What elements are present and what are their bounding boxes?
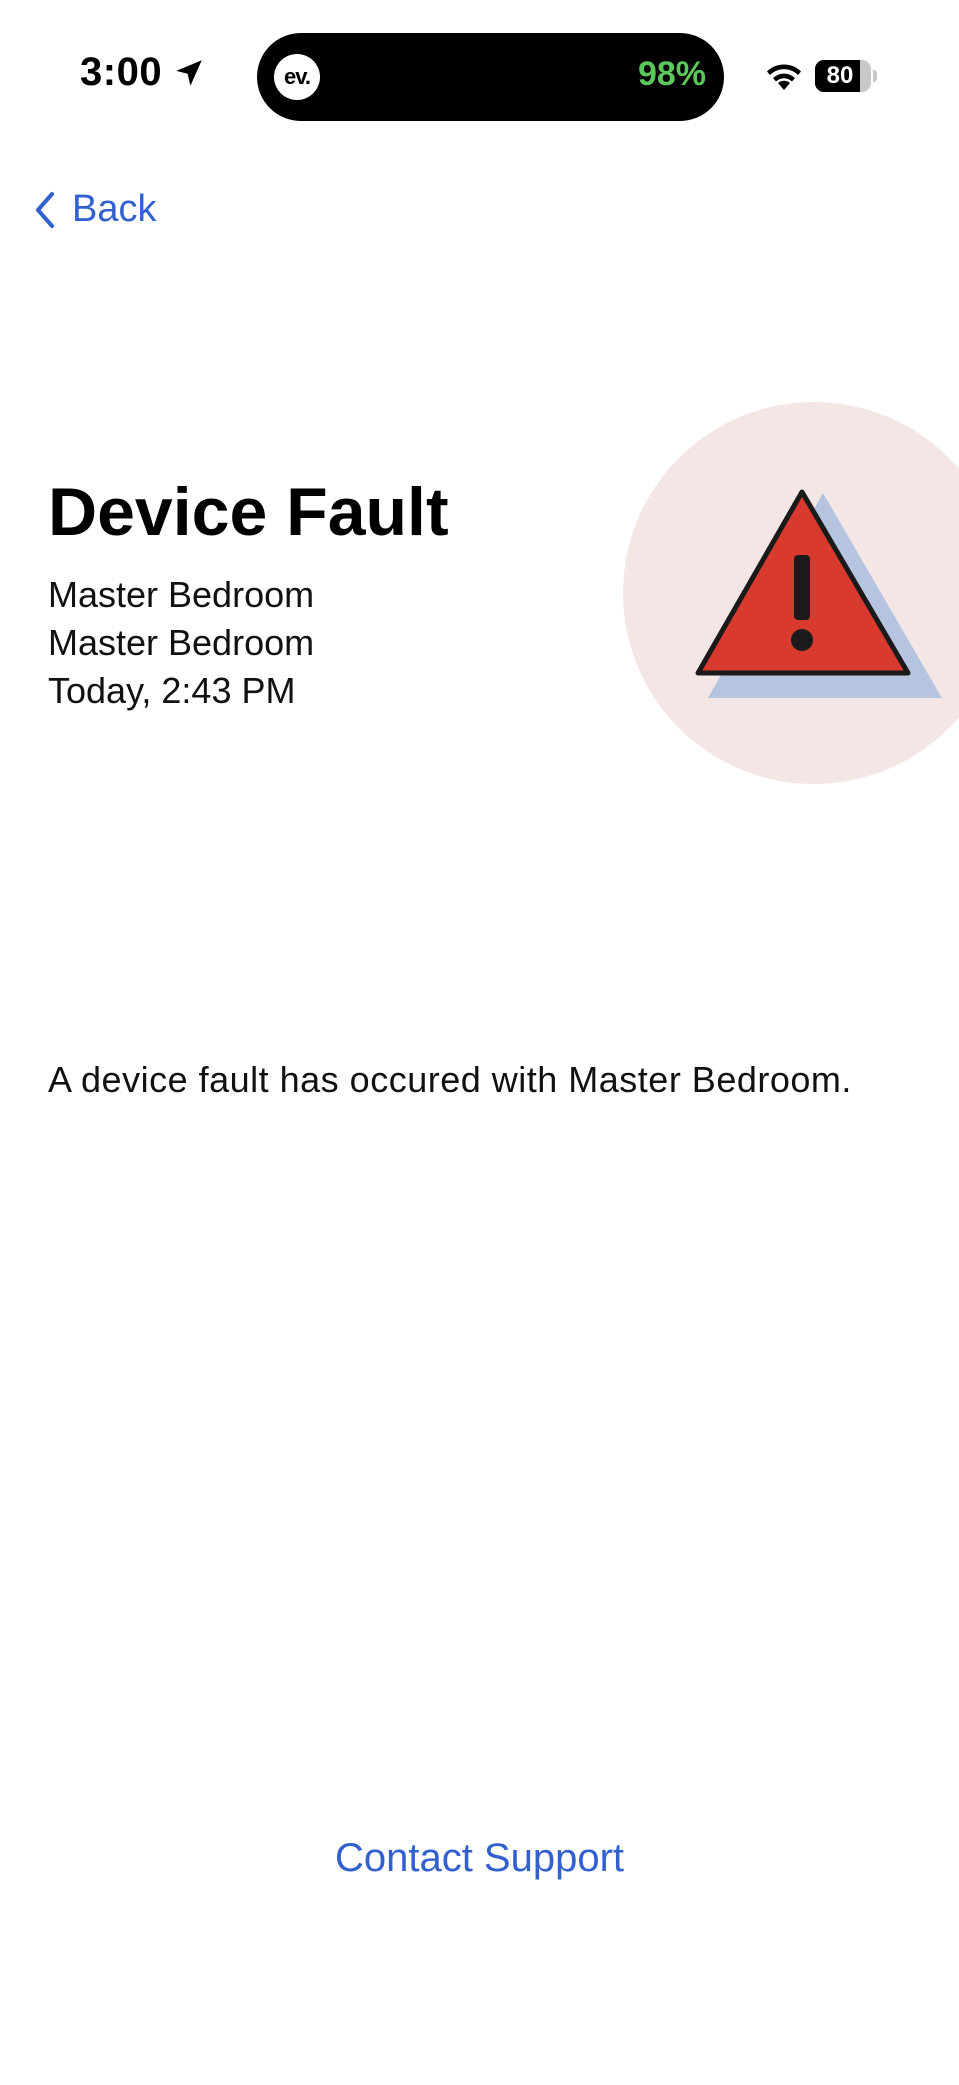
room-name: Master Bedroom <box>48 622 315 663</box>
status-time-text: 3:00 <box>80 50 163 94</box>
battery-icon: 80 <box>815 60 879 92</box>
warning-triangle-icon <box>695 489 942 698</box>
wifi-icon <box>767 64 801 90</box>
contact-support-button[interactable]: Contact Support <box>0 1838 959 1878</box>
page-title: Device Fault <box>48 474 449 550</box>
device-fault-screen: 3:00 ev. 98% 80 Back Device Fault Master… <box>0 0 959 2085</box>
battery-text: 80 <box>826 62 854 89</box>
device-name: Master Bedroom <box>48 574 315 615</box>
fault-message: A device fault has occured with Master B… <box>48 1059 852 1100</box>
island-percent: 98% <box>637 55 706 93</box>
back-label: Back <box>72 188 157 230</box>
status-bar-time: 3:00 <box>80 50 206 95</box>
location-arrow-icon <box>176 59 202 86</box>
ev-app-icon: ev. <box>274 54 320 100</box>
dynamic-island: ev. 98% <box>257 33 724 121</box>
alert-timestamp: Today, 2:43 PM <box>48 670 296 711</box>
battery-body: 80 <box>815 60 871 92</box>
back-button[interactable]: Back <box>34 188 156 231</box>
chevron-left-icon <box>36 191 54 228</box>
island-app-icon-text: ev. <box>284 64 311 89</box>
battery-nub <box>873 70 877 82</box>
